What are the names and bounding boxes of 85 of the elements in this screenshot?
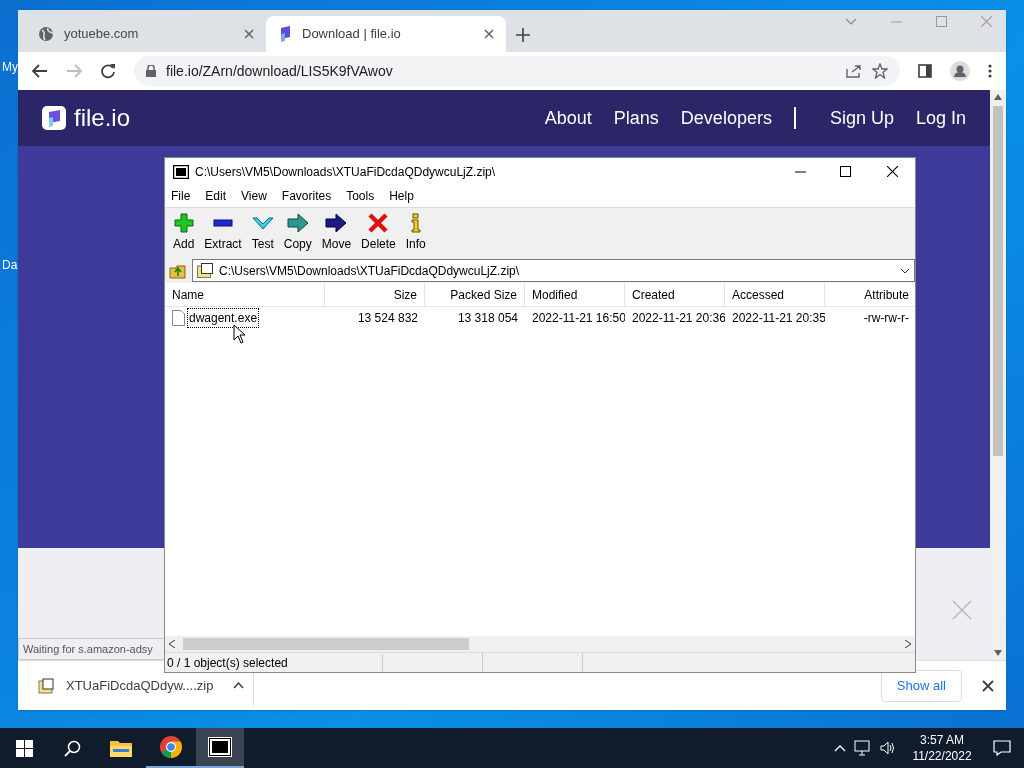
show-all-button[interactable]: Show all bbox=[880, 669, 962, 702]
file-icon bbox=[172, 310, 185, 326]
toolbar-button[interactable]: Delete bbox=[359, 211, 398, 255]
toolbar-button[interactable]: Move bbox=[319, 211, 354, 255]
file-logo-icon bbox=[278, 26, 292, 42]
window-title: C:\Users\VM5\Downloads\XTUaFiDcdaQDdywcuLjZ.zip\ bbox=[195, 163, 497, 181]
table-cell-text: -rw-rw-r- bbox=[862, 310, 910, 327]
folder-up-icon[interactable] bbox=[169, 262, 187, 279]
table-cell-text: 13 318 054 bbox=[456, 310, 519, 327]
scroll-down-arrow-icon[interactable] bbox=[994, 650, 1002, 656]
archive-file-icon bbox=[197, 263, 213, 278]
folder-icon[interactable] bbox=[110, 739, 132, 757]
mouse-pointer-icon bbox=[233, 324, 246, 344]
desktop-icon-label[interactable]: Da bbox=[2, 256, 18, 274]
archive-file-icon bbox=[38, 677, 54, 694]
star-icon[interactable] bbox=[872, 63, 888, 79]
column-header[interactable]: Modified bbox=[525, 283, 625, 306]
archive-app-icon bbox=[173, 164, 189, 179]
profile-icon[interactable] bbox=[950, 61, 970, 81]
toolbar-button[interactable]: Add bbox=[171, 211, 197, 255]
minimize-icon[interactable] bbox=[795, 170, 806, 173]
back-arrow-icon[interactable] bbox=[32, 64, 48, 78]
close-icon[interactable] bbox=[484, 29, 494, 39]
menu-item[interactable]: Tools bbox=[346, 187, 375, 205]
side-panel-icon[interactable] bbox=[918, 64, 932, 78]
menu-item[interactable]: File bbox=[171, 187, 191, 205]
menu-item[interactable]: Favorites bbox=[281, 187, 332, 205]
column-header[interactable]: Packed Size bbox=[425, 283, 525, 306]
new-tab-icon[interactable] bbox=[516, 28, 530, 42]
table-cell-text: 2022-11-21 20:35 bbox=[731, 310, 825, 327]
delete-x-icon bbox=[368, 213, 389, 233]
column-header[interactable]: Attribute bbox=[825, 283, 915, 306]
share-icon[interactable] bbox=[846, 64, 862, 78]
info-icon bbox=[409, 213, 422, 233]
chevron-down-icon[interactable] bbox=[900, 267, 910, 274]
site-logo-icon[interactable] bbox=[42, 106, 66, 130]
column-header[interactable]: Created bbox=[625, 283, 725, 306]
scroll-up-arrow-icon[interactable] bbox=[994, 94, 1002, 100]
menu-item[interactable]: View bbox=[241, 187, 267, 205]
horizontal-scrollbar[interactable] bbox=[165, 636, 915, 652]
nav-link[interactable]: Log In bbox=[915, 104, 966, 132]
toolbar-button[interactable]: Test bbox=[249, 211, 276, 255]
toolbar-button[interactable]: Extract bbox=[202, 211, 244, 255]
notifications-icon[interactable] bbox=[993, 740, 1011, 756]
maximize-icon[interactable] bbox=[840, 166, 851, 177]
toolbar-button[interactable]: Info bbox=[403, 211, 428, 255]
plus-icon bbox=[173, 213, 194, 233]
table-cell-text: 13 524 832 bbox=[356, 310, 419, 327]
nav-link[interactable]: Plans bbox=[613, 104, 659, 132]
column-header[interactable]: Size bbox=[325, 283, 425, 306]
clock-time[interactable]: 3:57 AM bbox=[920, 732, 964, 748]
arrow-right-icon bbox=[286, 213, 309, 233]
table-cell-text: 2022-11-21 16:50 bbox=[531, 310, 625, 327]
status-text: 0 / 1 object(s) selected bbox=[165, 653, 383, 672]
search-icon[interactable] bbox=[63, 739, 81, 757]
nav-link[interactable]: Developers bbox=[680, 104, 772, 132]
globe-icon bbox=[38, 26, 54, 42]
reload-icon[interactable] bbox=[100, 63, 116, 79]
browser-tab[interactable]: Download | file.io bbox=[266, 16, 506, 52]
nav-link[interactable]: About bbox=[544, 104, 592, 132]
toolbar-button[interactable]: Copy bbox=[281, 211, 314, 255]
site-logo-text[interactable]: file.io bbox=[74, 100, 131, 136]
clock-date[interactable]: 11/22/2022 bbox=[912, 748, 972, 764]
arrow-right-icon bbox=[325, 213, 348, 233]
column-header[interactable]: Name bbox=[165, 283, 325, 306]
speaker-icon[interactable] bbox=[880, 741, 896, 755]
archive-app-icon[interactable] bbox=[208, 737, 232, 757]
address-bar[interactable]: file.io/ZArn/download/LIS5K9fVAwov bbox=[134, 56, 900, 86]
column-header[interactable]: Accessed bbox=[725, 283, 825, 306]
nav-link[interactable]: Sign Up bbox=[829, 104, 894, 132]
browser-tab[interactable]: yotuebe.com bbox=[26, 16, 266, 52]
menu-item[interactable]: Help bbox=[389, 187, 414, 205]
close-icon[interactable] bbox=[982, 679, 994, 692]
lock-icon bbox=[146, 65, 156, 77]
network-icon[interactable] bbox=[854, 740, 872, 756]
chevron-up-icon[interactable] bbox=[233, 682, 245, 689]
path-field[interactable]: C:\Users\VM5\Downloads\XTUaFiDcdaQDdywcuLjZ.zip\ bbox=[192, 259, 915, 282]
vertical-scrollbar[interactable] bbox=[990, 90, 1006, 660]
windows-start-icon[interactable] bbox=[15, 739, 33, 757]
close-icon[interactable] bbox=[887, 166, 898, 177]
desktop-icon-label[interactable]: My bbox=[2, 58, 18, 76]
chrome-icon[interactable] bbox=[160, 736, 182, 758]
table-cell-text: 2022-11-21 20:36 bbox=[631, 310, 725, 327]
menu-item[interactable]: Edit bbox=[205, 187, 227, 205]
more-menu-icon[interactable] bbox=[988, 64, 992, 78]
